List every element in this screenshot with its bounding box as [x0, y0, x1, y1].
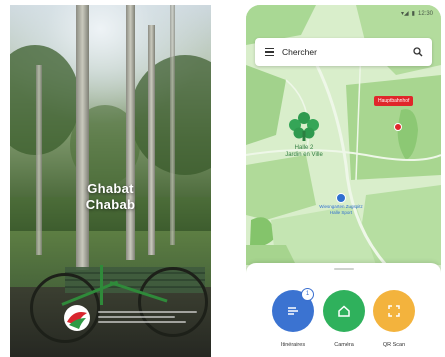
location-pin-icon[interactable]: [394, 123, 402, 131]
camera-label: Caméra: [334, 342, 354, 348]
sheet-handle[interactable]: [334, 268, 354, 270]
status-bar: ▾◢ ▮ 12:30: [401, 10, 433, 18]
itineraries-label: Itinéraires: [280, 342, 306, 348]
directions-icon[interactable]: 1: [272, 288, 314, 332]
tree-trunk: [126, 5, 135, 260]
qr-scan-label: QR Scan: [382, 342, 406, 348]
bicycle-frame: [100, 265, 103, 305]
app-logo-icon: [64, 305, 90, 331]
search-icon[interactable]: [413, 47, 423, 57]
camera-icon[interactable]: [323, 290, 365, 332]
park-label: Halle 2 Jardin en Ville: [285, 145, 323, 158]
splash-title-line1: Ghabat: [87, 181, 134, 196]
park-marker-icon[interactable]: [286, 109, 322, 143]
itineraries-button[interactable]: 1 Itinéraires: [268, 288, 318, 348]
tree-trunk: [36, 65, 42, 255]
map-screen: ▾◢ ▮ 12:30 Chercher Halle 2 Jardin en Vi…: [246, 5, 441, 357]
camera-button[interactable]: Caméra: [319, 290, 369, 348]
tree-trunk: [76, 5, 89, 270]
status-time: 12:30: [417, 10, 433, 17]
search-input[interactable]: Chercher: [282, 47, 413, 57]
splash-caption: [98, 311, 208, 327]
qr-scan-button[interactable]: QR Scan: [369, 290, 419, 348]
battery-icon: ▮: [411, 11, 415, 17]
splash-title-line2: Chabab: [85, 197, 136, 212]
bottom-sheet: 1 Itinéraires Caméra QR Scan: [246, 263, 441, 357]
poi-label: Wiesngarten Zugspitz Halle Sport: [319, 204, 363, 215]
qr-scan-icon[interactable]: [373, 290, 415, 332]
itineraries-badge: 1: [301, 288, 314, 301]
tree-trunk: [148, 25, 155, 255]
splash-screen: Ghabat Chabab: [10, 5, 211, 357]
signal-icon: ▾◢: [401, 11, 409, 17]
search-bar[interactable]: Chercher: [255, 38, 432, 66]
location-badge[interactable]: Hauptbahnhof: [374, 96, 414, 106]
poi-pin-icon[interactable]: [336, 193, 346, 203]
menu-icon[interactable]: [265, 48, 274, 56]
